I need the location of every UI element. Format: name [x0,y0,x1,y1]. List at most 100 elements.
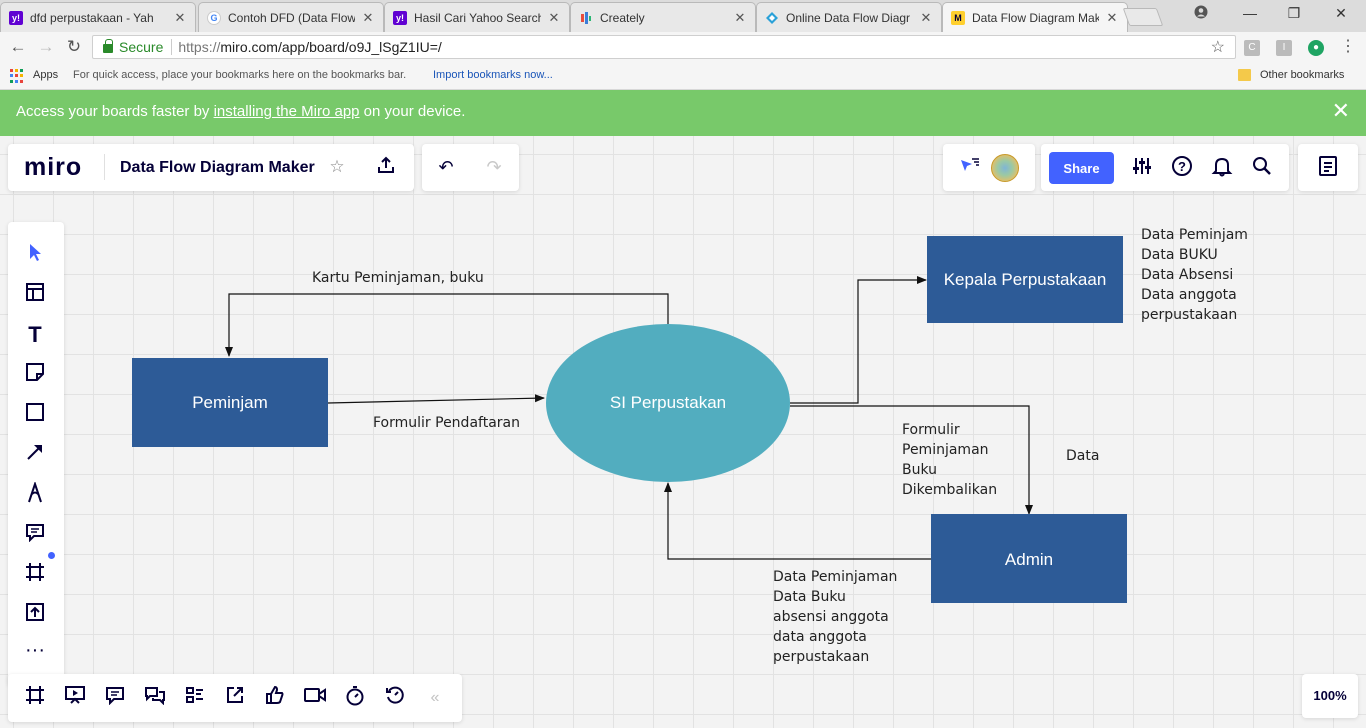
flow-arrow-to-kepala[interactable] [790,276,927,404]
extension-icon[interactable]: C [1244,40,1260,56]
close-icon[interactable]: ✕ [733,10,747,26]
history-icon[interactable] [382,685,408,711]
presentation-icon[interactable] [62,685,88,711]
flow-arrow-formulir-pendaftaran[interactable] [327,394,545,404]
process-label: SI Perpustakan [610,393,726,412]
browser-tab[interactable]: Creately ✕ [570,2,756,32]
shape-tool-icon[interactable] [22,402,48,428]
browser-tab[interactable]: y! dfd perpustakaan - Yah ✕ [0,2,196,32]
address-bar-row: ← → ↻ Secure https://miro.com/app/board/… [0,32,1366,62]
share-button[interactable]: Share [1049,152,1114,184]
board-canvas[interactable]: Peminjam SI Perpustakan Kepala Perpustak… [0,136,1366,728]
text-line: Data Peminjaman [773,569,897,585]
upload-icon[interactable] [22,602,48,628]
redo-icon[interactable]: ↷ [482,155,506,179]
minimize-icon[interactable]: — [1240,5,1260,21]
menu-icon[interactable]: ⋮ [1337,36,1359,58]
bookmark-star-icon[interactable]: ☆ [1211,37,1225,57]
install-app-banner: Access your boards faster by installing … [0,90,1366,136]
close-icon[interactable]: ✕ [361,10,375,26]
restore-icon[interactable]: ❐ [1284,5,1304,22]
text-line: Data anggota [1141,287,1237,303]
flow-label-kartu[interactable]: Kartu Peminjaman, buku [312,270,484,286]
video-icon[interactable] [302,685,328,711]
settings-sliders-icon[interactable] [1130,155,1154,183]
text-line: Formulir [902,422,960,438]
text-tool-icon[interactable]: T [22,322,48,348]
undo-icon[interactable]: ↶ [434,155,458,179]
text-line: perpustakaan [773,649,869,665]
board-title-panel: miro Data Flow Diagram Maker ☆ [8,144,414,191]
flow-label-formulir-pendaftaran[interactable]: Formulir Pendaftaran [373,415,520,431]
secure-label: Secure [119,39,164,55]
export-icon[interactable] [374,155,398,181]
search-icon[interactable] [1250,155,1274,183]
profile-icon[interactable] [1191,5,1211,22]
miro-logo[interactable]: miro [24,153,82,182]
browser-tab-active[interactable]: M Data Flow Diagram Mak ✕ [942,2,1128,32]
bookmarks-bar: Apps For quick access, place your bookma… [0,62,1366,90]
folder-icon [1238,69,1251,81]
collaborators-panel [943,144,1035,191]
import-bookmarks-link[interactable]: Import bookmarks now... [433,69,553,81]
arrow-tool-icon[interactable] [22,442,48,468]
forward-icon[interactable]: → [35,36,57,58]
bookmarks-hint: For quick access, place your bookmarks h… [73,69,407,81]
new-tab-button[interactable] [1122,8,1164,26]
extension-icon[interactable]: I [1276,40,1292,56]
templates-icon[interactable] [22,282,48,308]
flow-label-kepala-data[interactable]: Data Peminjam Data BUKU Data Absensi Dat… [1141,227,1252,323]
board-notes-icon[interactable] [1316,155,1340,183]
frame-icon[interactable] [22,562,48,588]
close-banner-icon[interactable]: ✕ [1332,100,1350,122]
flow-label-admin-data[interactable]: Data Peminjaman Data Buku absensi anggot… [773,569,902,665]
url-input[interactable]: Secure https://miro.com/app/board/o9J_lS… [92,35,1236,59]
more-tools-icon[interactable]: ··· [22,640,48,668]
close-icon[interactable]: ✕ [919,10,933,26]
frames-icon[interactable] [22,685,48,711]
share-panel: Share ? [1041,144,1289,191]
other-bookmarks[interactable]: Other bookmarks [1260,69,1344,81]
sticky-note-icon[interactable] [22,362,48,388]
apps-icon[interactable] [10,69,24,83]
reload-icon[interactable]: ↻ [63,36,85,58]
hangouts-icon[interactable]: ● [1308,40,1324,56]
apps-link[interactable]: Apps [33,69,58,81]
collapse-toolbar-icon[interactable]: « [422,685,448,711]
banner-text-before: Access your boards faster by [16,103,214,120]
flow-arrow-from-admin[interactable] [664,482,931,560]
miro-icon: M [951,10,965,25]
timer-icon[interactable] [342,685,368,711]
board-title[interactable]: Data Flow Diagram Maker [120,159,315,177]
cards-icon[interactable] [182,685,208,711]
notification-dot [48,552,55,559]
avatar[interactable] [991,154,1019,182]
vote-icon[interactable] [262,685,288,711]
browser-tab[interactable]: G Contoh DFD (Data Flow ✕ [198,2,384,32]
zoom-indicator[interactable]: 100% [1302,674,1358,718]
svg-text:?: ? [1178,159,1186,174]
back-icon[interactable]: ← [7,36,29,58]
text-line: data anggota [773,629,867,645]
star-icon[interactable]: ☆ [325,155,349,179]
window-close-icon[interactable]: ✕ [1331,5,1351,22]
comments-icon[interactable] [102,685,128,711]
comment-icon[interactable] [22,522,48,548]
flow-label-data[interactable]: Data [1066,448,1099,464]
entity-admin-label: Admin [1005,550,1053,569]
cursor-filter-icon[interactable] [957,155,981,183]
pen-tool-icon[interactable] [22,480,48,508]
install-app-link[interactable]: installing the Miro app [214,103,360,120]
chat-icon[interactable] [142,685,168,711]
close-icon[interactable]: ✕ [1105,10,1119,26]
browser-tab[interactable]: y! Hasil Cari Yahoo Search ✕ [384,2,570,32]
share-screen-icon[interactable] [222,685,248,711]
close-icon[interactable]: ✕ [547,10,561,26]
browser-tab[interactable]: Online Data Flow Diagr ✕ [756,2,942,32]
entity-kepala-label: Kepala Perpustakaan [944,270,1107,289]
bell-icon[interactable] [1210,155,1234,183]
select-tool-icon[interactable] [22,242,48,268]
close-icon[interactable]: ✕ [173,10,187,26]
flow-label-formulir-peminjaman[interactable]: Formulir Peminjaman Buku Dikembalikan [902,422,997,498]
help-icon[interactable]: ? [1170,155,1194,183]
